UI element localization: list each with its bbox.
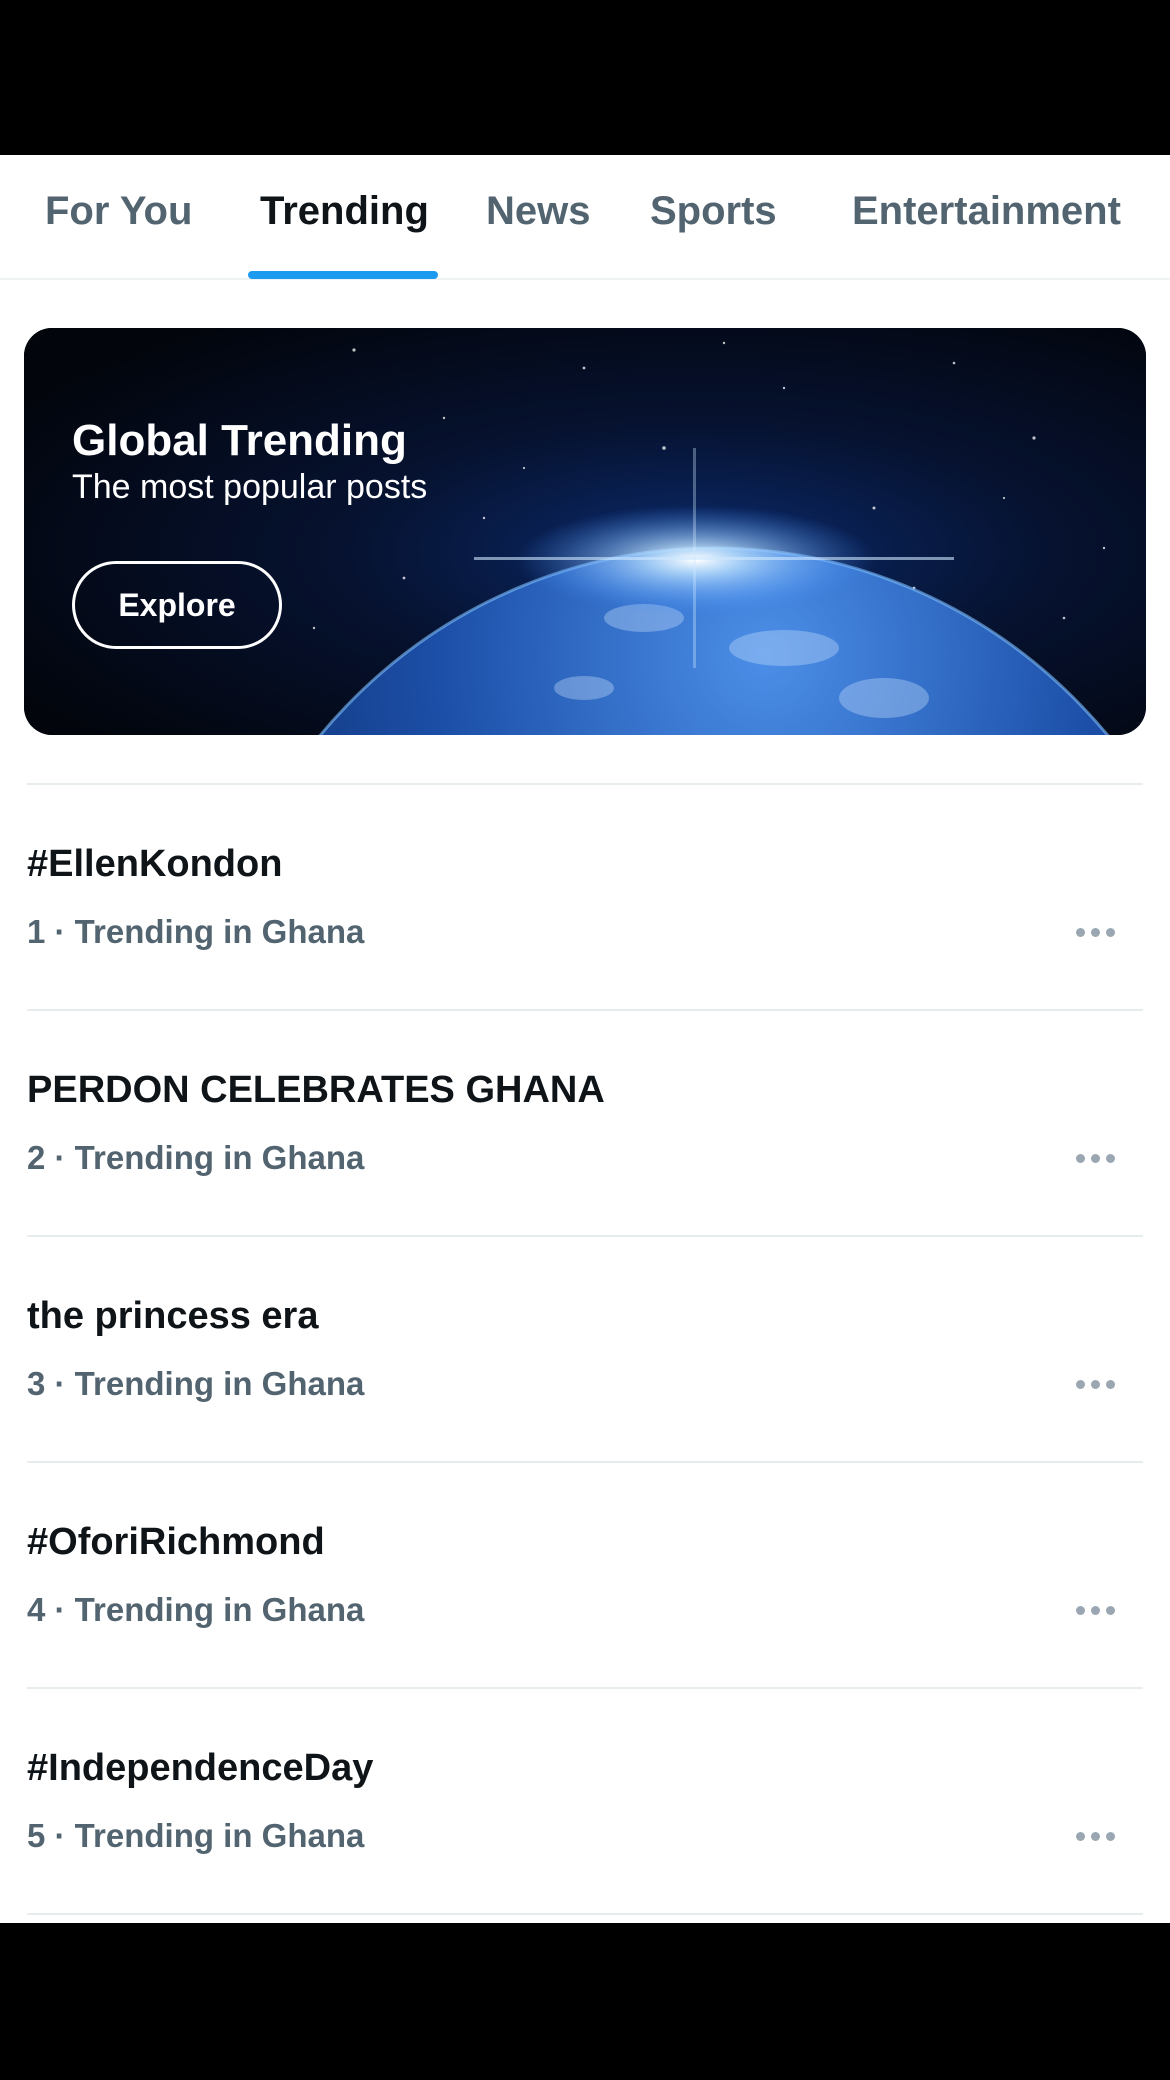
earth-image — [24, 328, 1146, 735]
trend-title: #OforiRichmond — [27, 1521, 325, 1563]
trend-title: #IndependenceDay — [27, 1747, 374, 1789]
trend-meta: 4 · Trending in Ghana — [27, 1591, 365, 1628]
navigation-bar — [0, 1923, 1170, 2080]
divider — [27, 1913, 1143, 1915]
banner-title: Global Trending — [72, 416, 407, 465]
trend-title: the princess era — [27, 1295, 319, 1337]
explore-button[interactable]: Explore — [72, 561, 282, 649]
more-horizontal-icon[interactable] — [1065, 910, 1125, 954]
more-horizontal-icon[interactable] — [1065, 1814, 1125, 1858]
trend-meta: 3 · Trending in Ghana — [27, 1365, 365, 1402]
status-bar — [0, 0, 1170, 155]
active-tab-indicator — [248, 271, 438, 279]
trend-meta: 1 · Trending in Ghana — [27, 913, 365, 950]
trending-screen: For You Trending News Sports Entertainme… — [0, 155, 1170, 1923]
trend-item-1[interactable]: #EllenKondon 1 · Trending in Ghana — [0, 785, 1170, 1011]
more-horizontal-icon[interactable] — [1065, 1136, 1125, 1180]
trend-title: #EllenKondon — [27, 843, 283, 885]
tab-for-you[interactable]: For You — [45, 189, 192, 234]
trend-item-5[interactable]: #IndependenceDay 5 · Trending in Ghana — [0, 1689, 1170, 1915]
trend-title: PERDON CELEBRATES GHANA — [27, 1069, 605, 1111]
trend-item-2[interactable]: PERDON CELEBRATES GHANA 2 · Trending in … — [0, 1011, 1170, 1237]
tab-news[interactable]: News — [486, 189, 591, 234]
global-trending-banner[interactable]: Global Trending The most popular posts E… — [24, 328, 1146, 735]
more-horizontal-icon[interactable] — [1065, 1588, 1125, 1632]
trend-meta: 2 · Trending in Ghana — [27, 1139, 365, 1176]
more-horizontal-icon[interactable] — [1065, 1362, 1125, 1406]
trend-item-4[interactable]: #OforiRichmond 4 · Trending in Ghana — [0, 1463, 1170, 1689]
banner-subtitle: The most popular posts — [72, 468, 428, 506]
trend-item-3[interactable]: the princess era 3 · Trending in Ghana — [0, 1237, 1170, 1463]
tab-bar: For You Trending News Sports Entertainme… — [0, 155, 1170, 280]
tab-trending[interactable]: Trending — [260, 189, 429, 234]
tab-entertainment[interactable]: Entertainment — [852, 189, 1121, 234]
tab-sports[interactable]: Sports — [650, 189, 777, 234]
trend-meta: 5 · Trending in Ghana — [27, 1817, 365, 1854]
